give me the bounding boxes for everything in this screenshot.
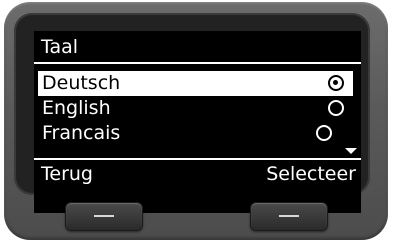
language-option-english[interactable]: English — [38, 96, 353, 121]
right-softkey-button[interactable] — [250, 202, 328, 231]
arrow-down-icon — [345, 148, 357, 154]
radio-unselected-icon — [316, 125, 332, 141]
softkey-select-label: Selecteer — [266, 163, 356, 185]
language-option-deutsch[interactable]: Deutsch — [38, 71, 353, 96]
radio-selected-icon — [328, 75, 344, 91]
dash-icon — [94, 215, 114, 217]
title-divider — [34, 62, 361, 64]
dash-icon — [279, 215, 299, 217]
option-label: Deutsch — [42, 72, 121, 94]
display-screen: Taal Deutsch English Francais Terug Sele… — [34, 31, 361, 213]
language-option-francais[interactable]: Francais — [38, 121, 353, 146]
softkey-back-label: Terug — [41, 163, 93, 185]
left-softkey-button[interactable] — [65, 202, 143, 231]
radio-unselected-icon — [328, 100, 344, 116]
screen-title: Taal — [41, 36, 79, 58]
softkey-divider — [34, 158, 361, 160]
option-label: English — [42, 97, 111, 119]
option-label: Francais — [42, 122, 121, 144]
